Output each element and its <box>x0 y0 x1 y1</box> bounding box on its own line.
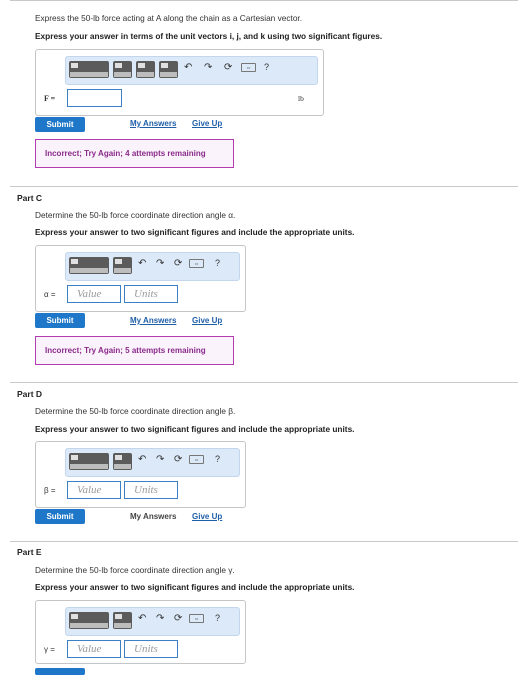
partD-my-answers-link[interactable]: My Answers <box>130 512 176 521</box>
partC-answer-panel: ↶ ↷ ⟳ ▭ ? α = Value Units <box>35 245 246 312</box>
partC-instruction: Express your answer to two significant f… <box>35 227 355 237</box>
partB-question: Express the 50-lb force acting at A alon… <box>35 13 303 23</box>
partC-submit-button[interactable]: Submit <box>35 313 85 328</box>
partC-var-label: α = <box>44 290 56 299</box>
partD-question: Determine the 50-lb force coordinate dir… <box>35 406 236 416</box>
partE-title: Part E <box>17 547 42 557</box>
partB-unit-label: lb <box>298 94 304 103</box>
partB-var-label: F = <box>44 94 56 103</box>
partE-submit-button[interactable] <box>35 668 85 675</box>
partC-value-input[interactable]: Value <box>67 285 121 303</box>
reset-icon[interactable]: ⟳ <box>174 454 182 465</box>
partB-answer-input[interactable] <box>67 89 122 107</box>
partE-answer-panel: ↶ ↷ ⟳ ▭ ? γ = Value Units <box>35 600 246 664</box>
partB-instruction: Express your answer in terms of the unit… <box>35 31 383 41</box>
partB-my-answers-link[interactable]: My Answers <box>130 119 176 128</box>
keyboard-icon[interactable]: ▭ <box>189 455 204 464</box>
units-button[interactable] <box>113 257 132 274</box>
keyboard-icon[interactable]: ▭ <box>189 259 204 268</box>
template-button[interactable] <box>69 61 109 78</box>
help-icon[interactable]: ? <box>215 258 220 268</box>
undo-icon[interactable]: ↶ <box>138 454 146 465</box>
partC-give-up-link[interactable]: Give Up <box>192 316 222 325</box>
greek-button[interactable] <box>159 61 178 78</box>
template-button[interactable] <box>69 257 109 274</box>
partC-title: Part C <box>17 193 43 203</box>
partE-units-input[interactable]: Units <box>124 640 178 658</box>
redo-icon[interactable]: ↷ <box>156 258 164 269</box>
partD-give-up-link[interactable]: Give Up <box>192 512 222 521</box>
partE-instruction: Express your answer to two significant f… <box>35 582 355 592</box>
partC-toolbar: ↶ ↷ ⟳ ▭ ? <box>65 252 240 281</box>
units-button[interactable] <box>113 612 132 629</box>
partD-answer-panel: ↶ ↷ ⟳ ▭ ? β = Value Units <box>35 441 246 508</box>
reset-icon[interactable]: ⟳ <box>174 258 182 269</box>
help-icon[interactable]: ? <box>215 454 220 464</box>
keyboard-icon[interactable]: ▭ <box>241 63 256 72</box>
redo-icon[interactable]: ↷ <box>204 62 212 73</box>
divider-c-d <box>10 382 518 383</box>
template-button[interactable] <box>69 612 109 629</box>
partB-toolbar: ↶ ↷ ⟳ ▭ ? <box>65 56 318 85</box>
partD-var-label: β = <box>44 486 56 495</box>
divider-d-e <box>10 541 518 542</box>
partC-feedback: Incorrect; Try Again; 5 attempts remaini… <box>35 336 234 365</box>
partC-question: Determine the 50-lb force coordinate dir… <box>35 210 236 220</box>
symbol-button[interactable] <box>136 61 155 78</box>
template-button[interactable] <box>69 453 109 470</box>
divider-b-c <box>10 186 518 187</box>
vector-button[interactable] <box>113 61 132 78</box>
partD-units-input[interactable]: Units <box>124 481 178 499</box>
redo-icon[interactable]: ↷ <box>156 454 164 465</box>
partD-toolbar: ↶ ↷ ⟳ ▭ ? <box>65 448 240 477</box>
help-icon[interactable]: ? <box>264 62 269 72</box>
redo-icon[interactable]: ↷ <box>156 613 164 624</box>
help-icon[interactable]: ? <box>215 613 220 623</box>
partE-question: Determine the 50-lb force coordinate dir… <box>35 565 235 575</box>
undo-icon[interactable]: ↶ <box>184 62 192 73</box>
partD-instruction: Express your answer to two significant f… <box>35 424 355 434</box>
partC-units-input[interactable]: Units <box>124 285 178 303</box>
partB-feedback: Incorrect; Try Again; 4 attempts remaini… <box>35 139 234 168</box>
partC-my-answers-link[interactable]: My Answers <box>130 316 176 325</box>
undo-icon[interactable]: ↶ <box>138 258 146 269</box>
top-divider <box>10 0 518 1</box>
partD-title: Part D <box>17 389 43 399</box>
partE-value-input[interactable]: Value <box>67 640 121 658</box>
keyboard-icon[interactable]: ▭ <box>189 614 204 623</box>
partB-submit-button[interactable]: Submit <box>35 117 85 132</box>
reset-icon[interactable]: ⟳ <box>224 62 232 73</box>
partD-value-input[interactable]: Value <box>67 481 121 499</box>
partB-give-up-link[interactable]: Give Up <box>192 119 222 128</box>
units-button[interactable] <box>113 453 132 470</box>
partE-var-label: γ = <box>44 645 55 654</box>
undo-icon[interactable]: ↶ <box>138 613 146 624</box>
partE-toolbar: ↶ ↷ ⟳ ▭ ? <box>65 607 240 636</box>
partB-answer-panel: ↶ ↷ ⟳ ▭ ? F = lb <box>35 49 324 116</box>
reset-icon[interactable]: ⟳ <box>174 613 182 624</box>
partD-submit-button[interactable]: Submit <box>35 509 85 524</box>
